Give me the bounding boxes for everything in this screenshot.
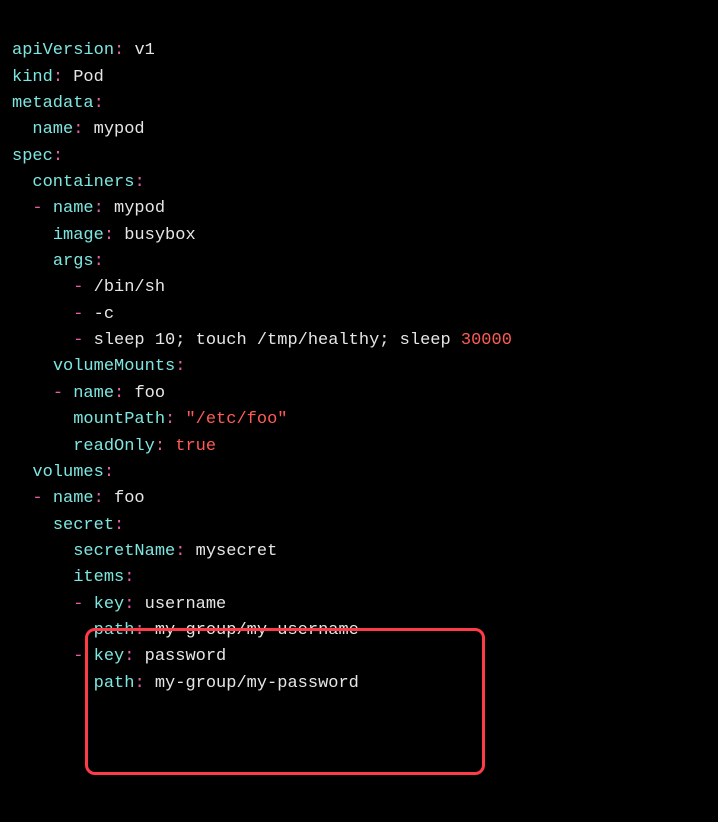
key-i0-path: path	[94, 621, 135, 640]
key-metadata-name: name	[32, 120, 73, 139]
key-c0-args: args	[53, 252, 94, 271]
val-metadata-name: mypod	[94, 120, 145, 139]
line: - /bin/sh	[12, 278, 165, 297]
val-c0-name: mypod	[114, 199, 165, 218]
val-vm0-mount: "/etc/foo"	[185, 410, 287, 429]
line: mountPath: "/etc/foo"	[12, 410, 287, 429]
val-apiVersion: v1	[134, 41, 154, 60]
colon: :	[114, 41, 124, 60]
colon: :	[104, 463, 114, 482]
key-vm: volumeMounts	[53, 357, 175, 376]
line: containers:	[12, 173, 145, 192]
colon: :	[73, 120, 83, 139]
line: volumes:	[12, 463, 114, 482]
val-i0-path: my-group/my-username	[155, 621, 359, 640]
val-vm0-name: foo	[134, 384, 165, 403]
line: kind: Pod	[12, 68, 104, 87]
line: secret:	[12, 516, 124, 535]
colon: :	[94, 252, 104, 271]
key-volumes: volumes	[32, 463, 103, 482]
line: secretName: mysecret	[12, 542, 277, 561]
dash: -	[73, 647, 83, 666]
colon: :	[175, 542, 185, 561]
key-i1-path: path	[94, 674, 135, 693]
dash: -	[32, 489, 42, 508]
colon: :	[134, 173, 144, 192]
line: items:	[12, 568, 134, 587]
line: path: my-group/my-password	[12, 674, 359, 693]
line: - -c	[12, 305, 114, 324]
key-i0-key: key	[94, 595, 125, 614]
val-v0-name: foo	[114, 489, 145, 508]
key-i1-key: key	[94, 647, 125, 666]
key-kind: kind	[12, 68, 53, 87]
dash: -	[53, 384, 63, 403]
colon: :	[94, 94, 104, 113]
val-i0-key: username	[145, 595, 227, 614]
line: apiVersion: v1	[12, 41, 155, 60]
key-c0-name: name	[53, 199, 94, 218]
line: - key: password	[12, 647, 226, 666]
colon: :	[94, 489, 104, 508]
val-kind: Pod	[73, 68, 104, 87]
key-v0-name: name	[53, 489, 94, 508]
key-secret: secret	[53, 516, 114, 535]
colon: :	[165, 410, 175, 429]
key-secretName: secretName	[73, 542, 175, 561]
key-items: items	[73, 568, 124, 587]
colon: :	[94, 199, 104, 218]
arg0: /bin/sh	[94, 278, 165, 297]
key-spec: spec	[12, 147, 53, 166]
colon: :	[124, 595, 134, 614]
dash: -	[73, 305, 83, 324]
arg1: -c	[94, 305, 114, 324]
colon: :	[124, 568, 134, 587]
colon: :	[134, 674, 144, 693]
dash: -	[73, 331, 83, 350]
key-metadata: metadata	[12, 94, 94, 113]
dash: -	[73, 595, 83, 614]
val-c0-image: busybox	[124, 226, 195, 245]
line: - key: username	[12, 595, 226, 614]
key-vm0-name: name	[73, 384, 114, 403]
dash: -	[32, 199, 42, 218]
line: - name: foo	[12, 489, 145, 508]
line: metadata:	[12, 94, 104, 113]
colon: :	[134, 621, 144, 640]
line: - sleep 10; touch /tmp/healthy; sleep 30…	[12, 331, 512, 350]
arg2: sleep 10; touch /tmp/healthy; sleep	[94, 331, 461, 350]
colon: :	[104, 226, 114, 245]
colon: :	[114, 516, 124, 535]
yaml-code-block: apiVersion: v1 kind: Pod metadata: name:…	[12, 12, 706, 723]
colon: :	[175, 357, 185, 376]
line: path: my-group/my-username	[12, 621, 359, 640]
key-vm0-ro: readOnly	[73, 437, 155, 456]
val-secretName: mysecret	[196, 542, 278, 561]
colon: :	[53, 147, 63, 166]
val-i1-key: password	[145, 647, 227, 666]
dash: -	[73, 278, 83, 297]
key-vm0-mount: mountPath	[73, 410, 165, 429]
colon: :	[124, 647, 134, 666]
line: name: mypod	[12, 120, 145, 139]
key-apiVersion: apiVersion	[12, 41, 114, 60]
line: spec:	[12, 147, 63, 166]
line: - name: foo	[12, 384, 165, 403]
line: readOnly: true	[12, 437, 216, 456]
colon: :	[155, 437, 165, 456]
colon: :	[114, 384, 124, 403]
val-vm0-ro: true	[175, 437, 216, 456]
colon: :	[53, 68, 63, 87]
line: volumeMounts:	[12, 357, 185, 376]
line: args:	[12, 252, 104, 271]
key-c0-image: image	[53, 226, 104, 245]
line: image: busybox	[12, 226, 196, 245]
line: - name: mypod	[12, 199, 165, 218]
arg2-num: 30000	[461, 331, 512, 350]
key-containers: containers	[32, 173, 134, 192]
val-i1-path: my-group/my-password	[155, 674, 359, 693]
